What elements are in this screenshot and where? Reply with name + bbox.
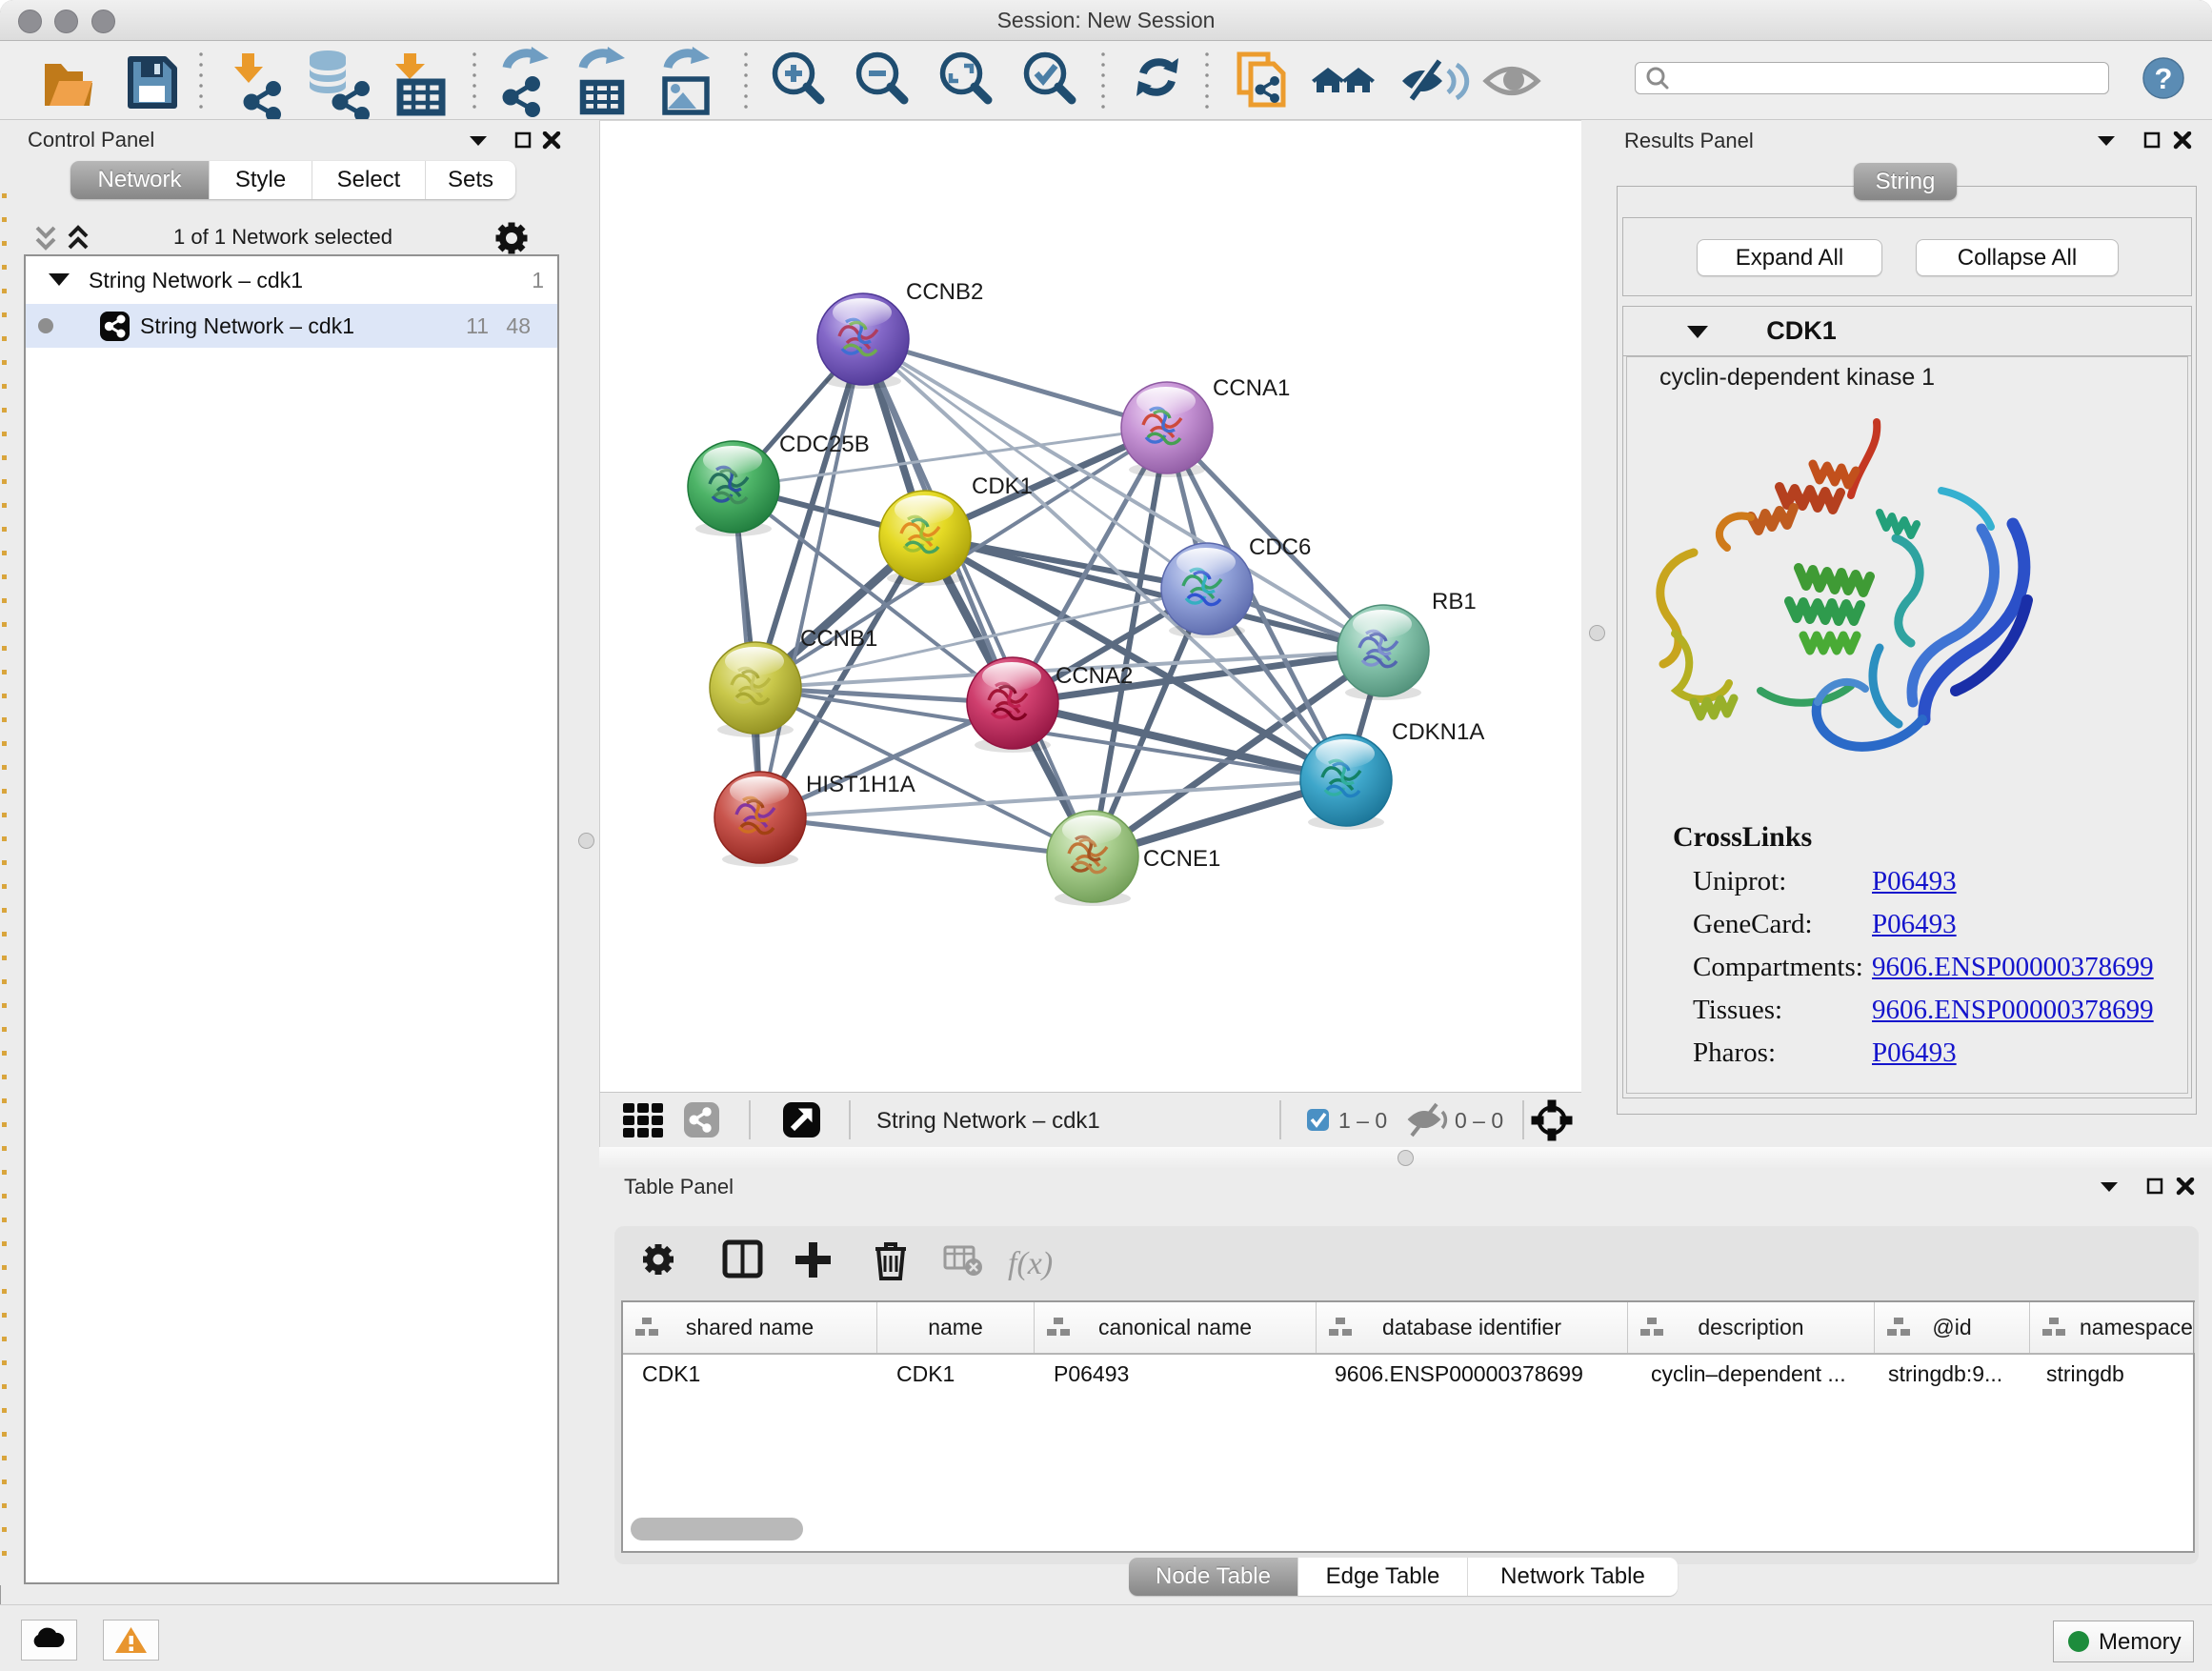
svg-text:CCNA1: CCNA1: [1213, 375, 1290, 401]
svg-text:String Network – cdk1: String Network – cdk1: [876, 1108, 1100, 1134]
svg-text:CCNB1: CCNB1: [800, 626, 877, 652]
svg-text:CCNE1: CCNE1: [1143, 846, 1220, 872]
svg-text:CDKN1A: CDKN1A: [1392, 719, 1484, 745]
svg-text:?: ?: [2155, 62, 2173, 95]
svg-text:HIST1H1A: HIST1H1A: [806, 772, 915, 797]
svg-text:0 – 0: 0 – 0: [1455, 1108, 1503, 1133]
svg-text:CDK1: CDK1: [972, 473, 1033, 499]
svg-text:CCNB2: CCNB2: [906, 279, 983, 305]
svg-text:CDC25B: CDC25B: [779, 432, 870, 457]
svg-text:1 – 0: 1 – 0: [1338, 1108, 1387, 1133]
svg-text:CCNA2: CCNA2: [1056, 663, 1133, 689]
svg-text:f(x): f(x): [1008, 1246, 1053, 1281]
svg-text:RB1: RB1: [1432, 589, 1477, 614]
svg-text:CDC6: CDC6: [1249, 534, 1311, 560]
